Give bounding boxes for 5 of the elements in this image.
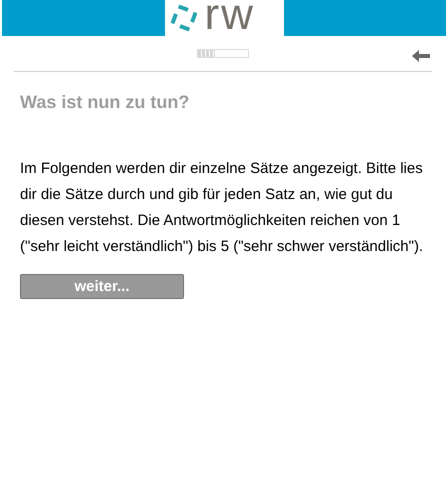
logo-text: rw xyxy=(204,0,255,36)
back-arrow-icon[interactable] xyxy=(412,50,430,62)
continue-button[interactable]: weiter... xyxy=(20,274,184,299)
page-title: Was ist nun zu tun? xyxy=(20,91,190,114)
instructions-text: Im Folgenden werden dir einzelne Sätze angezeigt. Bitte lies dir die Sätze durch und gib für jeden Satz an, wie gut du diesen verstehst. Die Antwortmöglichkeiten reichen von 1 ("sehr leicht verständlich") bis 5 ("sehr schwer verständlich"). xyxy=(20,159,424,257)
